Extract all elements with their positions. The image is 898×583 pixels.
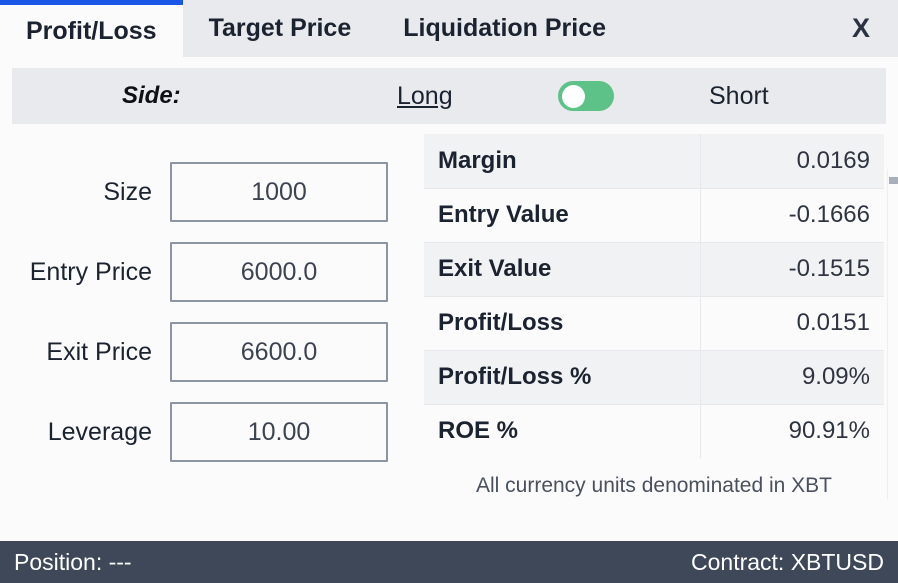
profit-loss-label: Profit/Loss <box>424 296 701 351</box>
results-panel: Margin 0.0169 Entry Value -0.1666 Exit V… <box>418 134 898 541</box>
roe-pct-label: ROE % <box>424 404 701 458</box>
status-bar: Position: --- Contract: XBTUSD <box>0 541 898 583</box>
margin-value: 0.0169 <box>700 134 884 189</box>
size-label: Size <box>103 177 152 206</box>
tab-profit-loss[interactable]: Profit/Loss <box>0 0 183 57</box>
profit-loss-pct-value: 9.09% <box>700 350 884 405</box>
exit-value-value: -0.1515 <box>700 242 884 297</box>
side-short-option[interactable]: Short <box>709 82 769 111</box>
profit-loss-calculator-window: Profit/Loss Target Price Liquidation Pri… <box>0 0 898 583</box>
side-toggle-knob <box>562 84 585 108</box>
roe-pct-value: 90.91% <box>788 417 870 445</box>
scrollbar-thumb[interactable] <box>889 177 898 184</box>
entry-value-label: Entry Value <box>424 188 701 243</box>
entry-price-label: Entry Price <box>29 257 152 286</box>
exit-value-label: Exit Value <box>424 242 701 297</box>
currency-footnote: All currency units denominated in XBT <box>475 474 832 497</box>
close-icon-label: X <box>851 13 870 43</box>
exit-price-input[interactable] <box>170 322 388 382</box>
tab-profit-loss-label: Profit/Loss <box>26 16 157 45</box>
table-row: Exit Value -0.1515 <box>424 242 884 297</box>
field-row-exit-price: Exit Price <box>0 322 418 382</box>
field-row-size: Size <box>0 162 418 222</box>
leverage-label: Leverage <box>47 417 152 446</box>
main-content: Size Entry Price Exit Price Leverage <box>0 124 898 541</box>
size-input[interactable] <box>170 162 388 222</box>
status-position: Position: --- <box>14 548 132 575</box>
status-contract: Contract: XBTUSD <box>691 548 884 575</box>
side-selector-row: Side: Long Short <box>12 68 886 124</box>
entry-value-value: -0.1666 <box>700 188 884 243</box>
side-long-option[interactable]: Long <box>397 82 453 111</box>
field-row-entry-price: Entry Price <box>0 242 418 302</box>
tab-liquidation-price[interactable]: Liquidation Price <box>377 0 633 57</box>
table-row: Entry Value -0.1666 <box>424 188 884 243</box>
input-form: Size Entry Price Exit Price Leverage <box>0 134 418 541</box>
tab-bar-spacer <box>632 0 836 57</box>
margin-label: Margin <box>424 134 701 189</box>
table-row: Profit/Loss % 9.09% <box>424 350 884 405</box>
entry-price-input[interactable] <box>170 242 388 302</box>
tab-target-price[interactable]: Target Price <box>182 0 378 57</box>
side-toggle-switch[interactable] <box>558 81 614 111</box>
exit-price-label: Exit Price <box>46 337 152 366</box>
table-row: Profit/Loss 0.0151 <box>424 296 884 351</box>
field-row-leverage: Leverage <box>0 402 418 462</box>
leverage-input[interactable] <box>170 402 388 462</box>
profit-loss-pct-label: Profit/Loss % <box>424 350 701 405</box>
tab-bar: Profit/Loss Target Price Liquidation Pri… <box>0 0 898 57</box>
table-row: Margin 0.0169 <box>424 134 884 189</box>
tab-liquidation-price-label: Liquidation Price <box>403 14 607 42</box>
results-table: Margin 0.0169 Entry Value -0.1666 Exit V… <box>424 134 884 458</box>
tab-target-price-label: Target Price <box>208 14 352 42</box>
profit-loss-value: 0.0151 <box>700 296 884 351</box>
close-icon[interactable]: X <box>836 0 898 57</box>
side-label: Side: <box>122 82 181 109</box>
table-row: ROE % 90.91% <box>424 404 884 458</box>
vertical-scrollbar[interactable] <box>887 169 898 499</box>
